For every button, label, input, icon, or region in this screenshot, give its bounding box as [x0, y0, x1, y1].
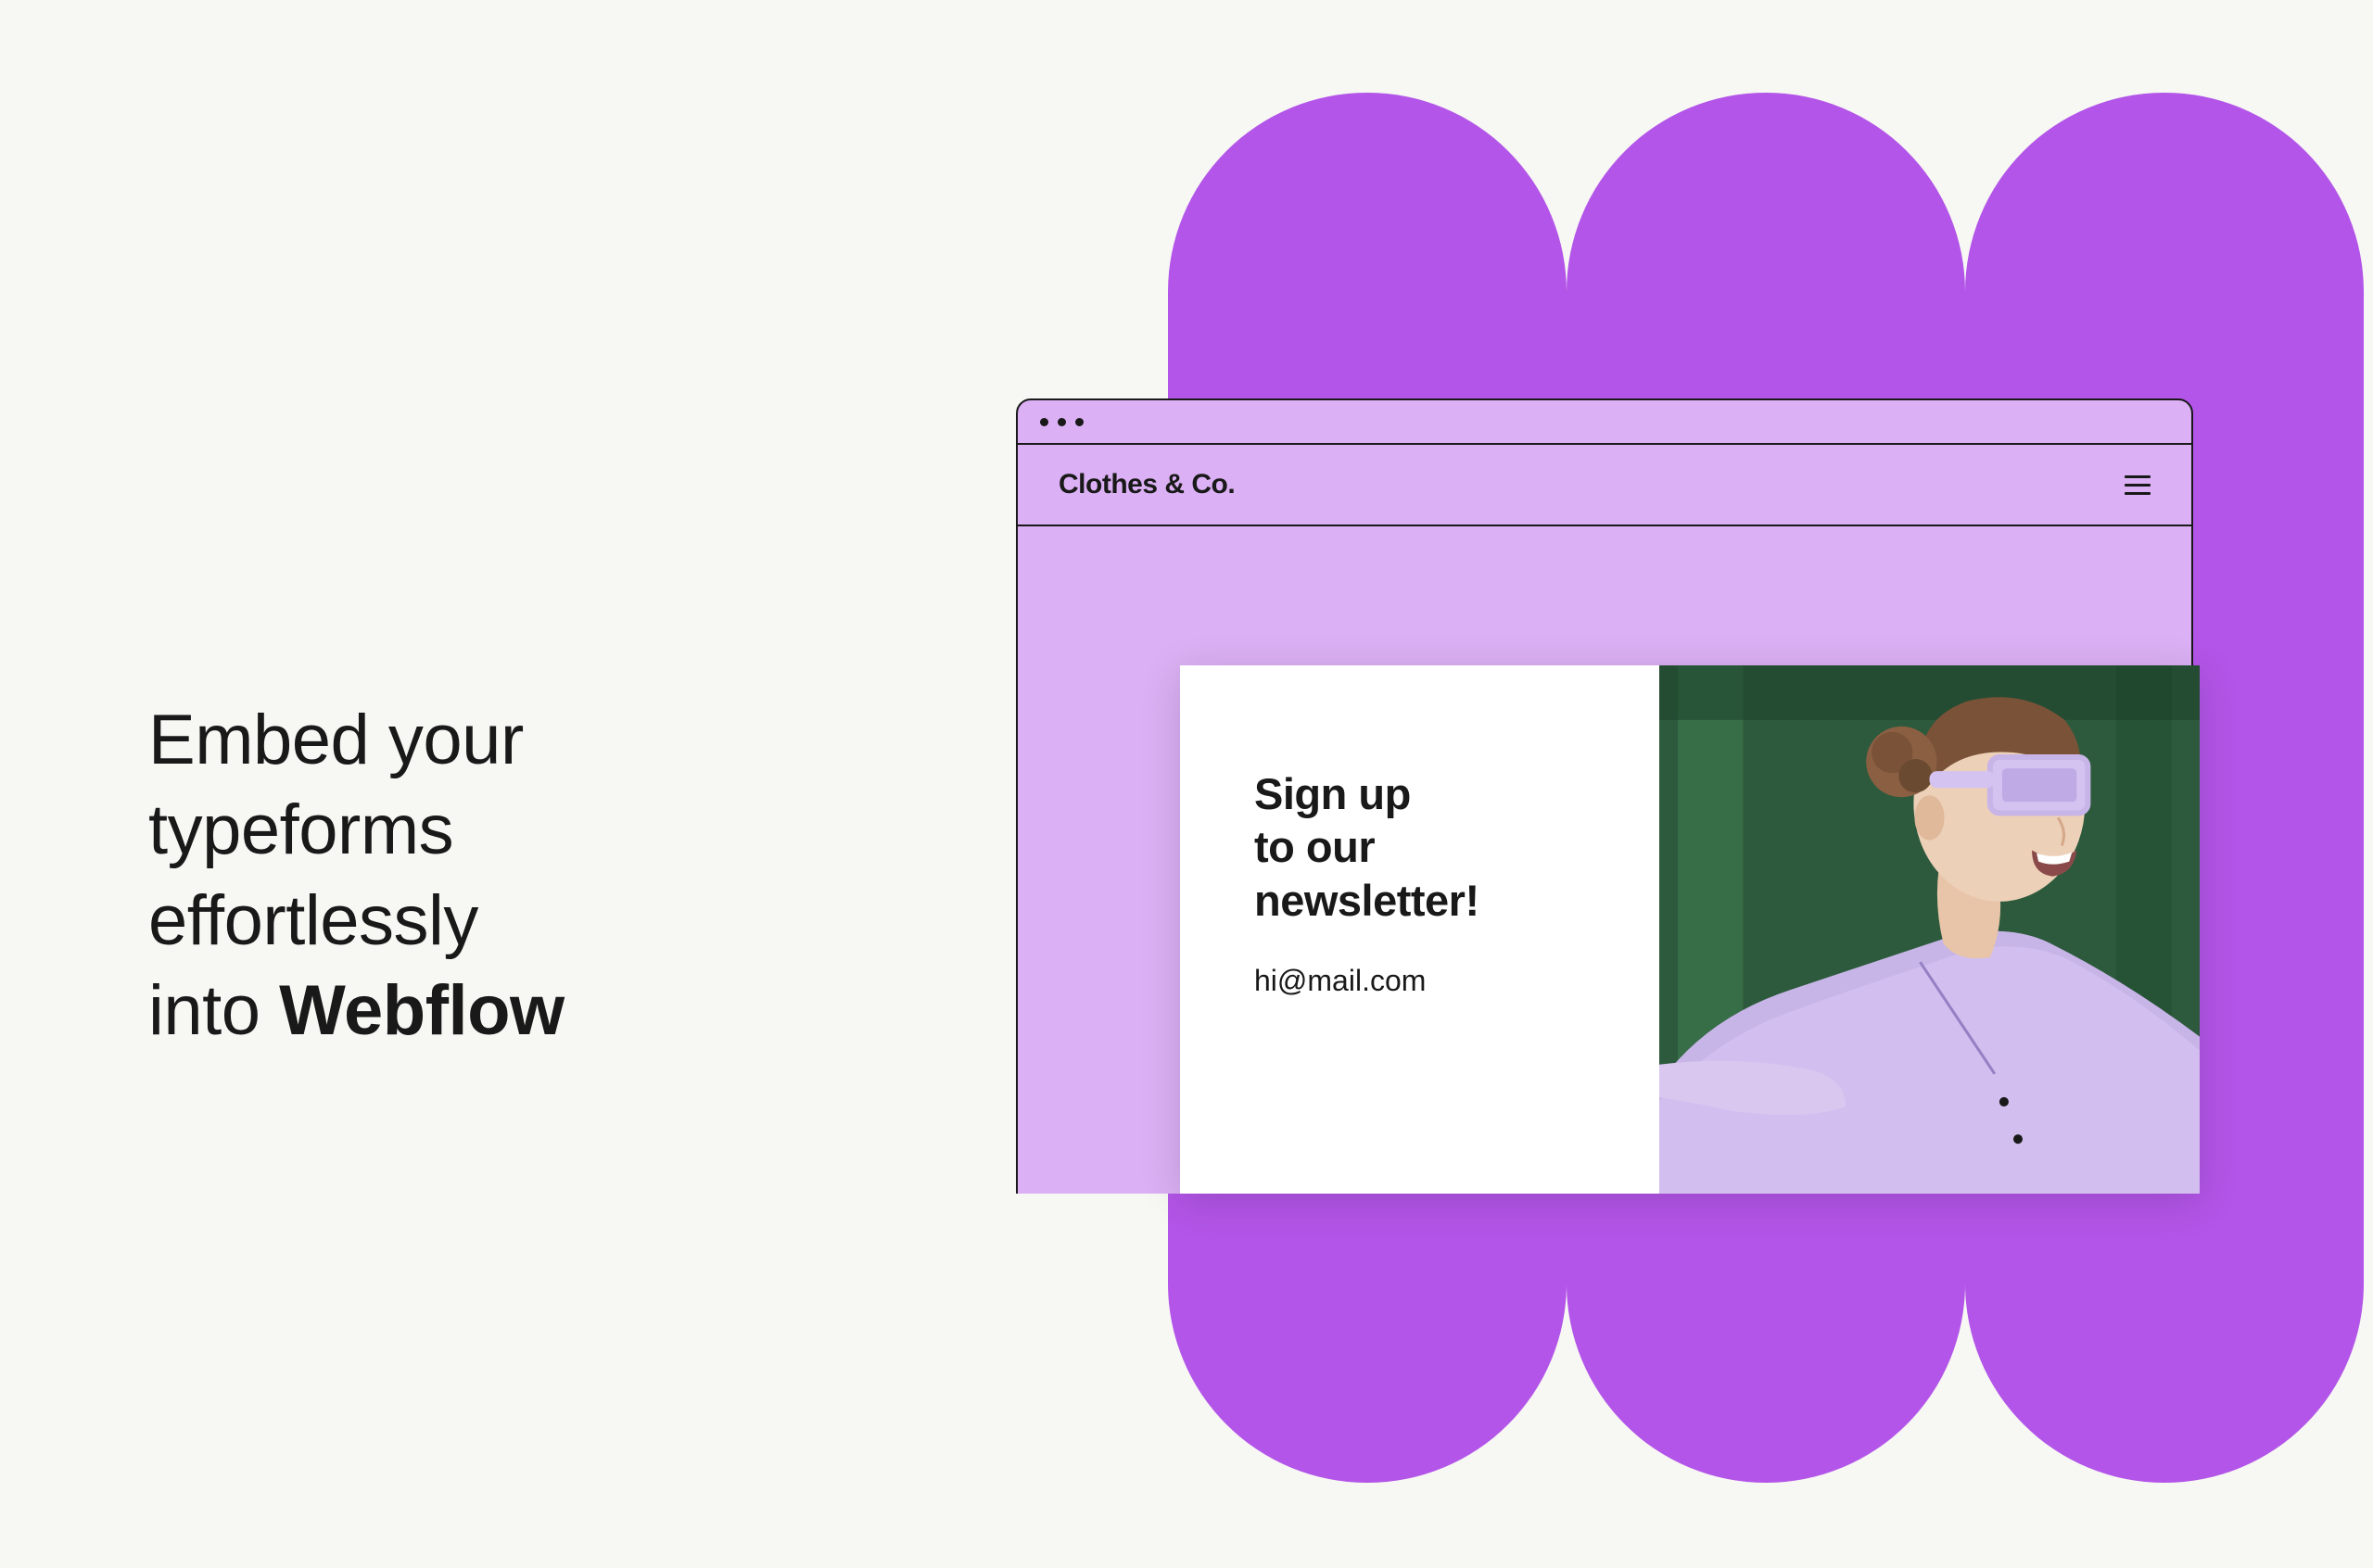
newsletter-title: Sign upto ournewsletter!: [1254, 767, 1613, 927]
headline-line-2: typeforms: [148, 785, 565, 875]
browser-control-dot: [1075, 418, 1084, 426]
headline-line-4-bold: Webflow: [279, 971, 565, 1050]
headline-line-4-prefix: into: [148, 971, 279, 1050]
newsletter-image: [1659, 665, 2200, 1194]
browser-window-mockup: Clothes & Co. Sign upto ournewsletter! h…: [1016, 398, 2193, 1194]
headline-line-4: into Webflow: [148, 966, 565, 1056]
headline-line-1: Embed your: [148, 695, 565, 785]
person-photo-illustration: [1659, 665, 2200, 1194]
browser-control-dot: [1058, 418, 1066, 426]
browser-control-dot: [1040, 418, 1048, 426]
site-header: Clothes & Co.: [1018, 445, 2191, 526]
hamburger-line: [2125, 492, 2151, 495]
hamburger-line: [2125, 484, 2151, 487]
hero-headline: Embed your typeforms effortlessly into W…: [148, 695, 565, 1056]
browser-chrome: [1016, 398, 2193, 445]
newsletter-card: Sign upto ournewsletter! hi@mail.com: [1180, 665, 2200, 1194]
newsletter-email-input[interactable]: hi@mail.com: [1254, 964, 1613, 998]
site-content: Sign upto ournewsletter! hi@mail.com: [1018, 526, 2191, 1194]
hamburger-line: [2125, 475, 2151, 478]
newsletter-text-panel: Sign upto ournewsletter! hi@mail.com: [1180, 665, 1659, 1194]
browser-body: Clothes & Co. Sign upto ournewsletter! h…: [1016, 445, 2193, 1194]
brand-logo-text[interactable]: Clothes & Co.: [1059, 469, 1235, 500]
hamburger-menu-icon[interactable]: [2125, 475, 2151, 495]
headline-line-3: effortlessly: [148, 876, 565, 966]
